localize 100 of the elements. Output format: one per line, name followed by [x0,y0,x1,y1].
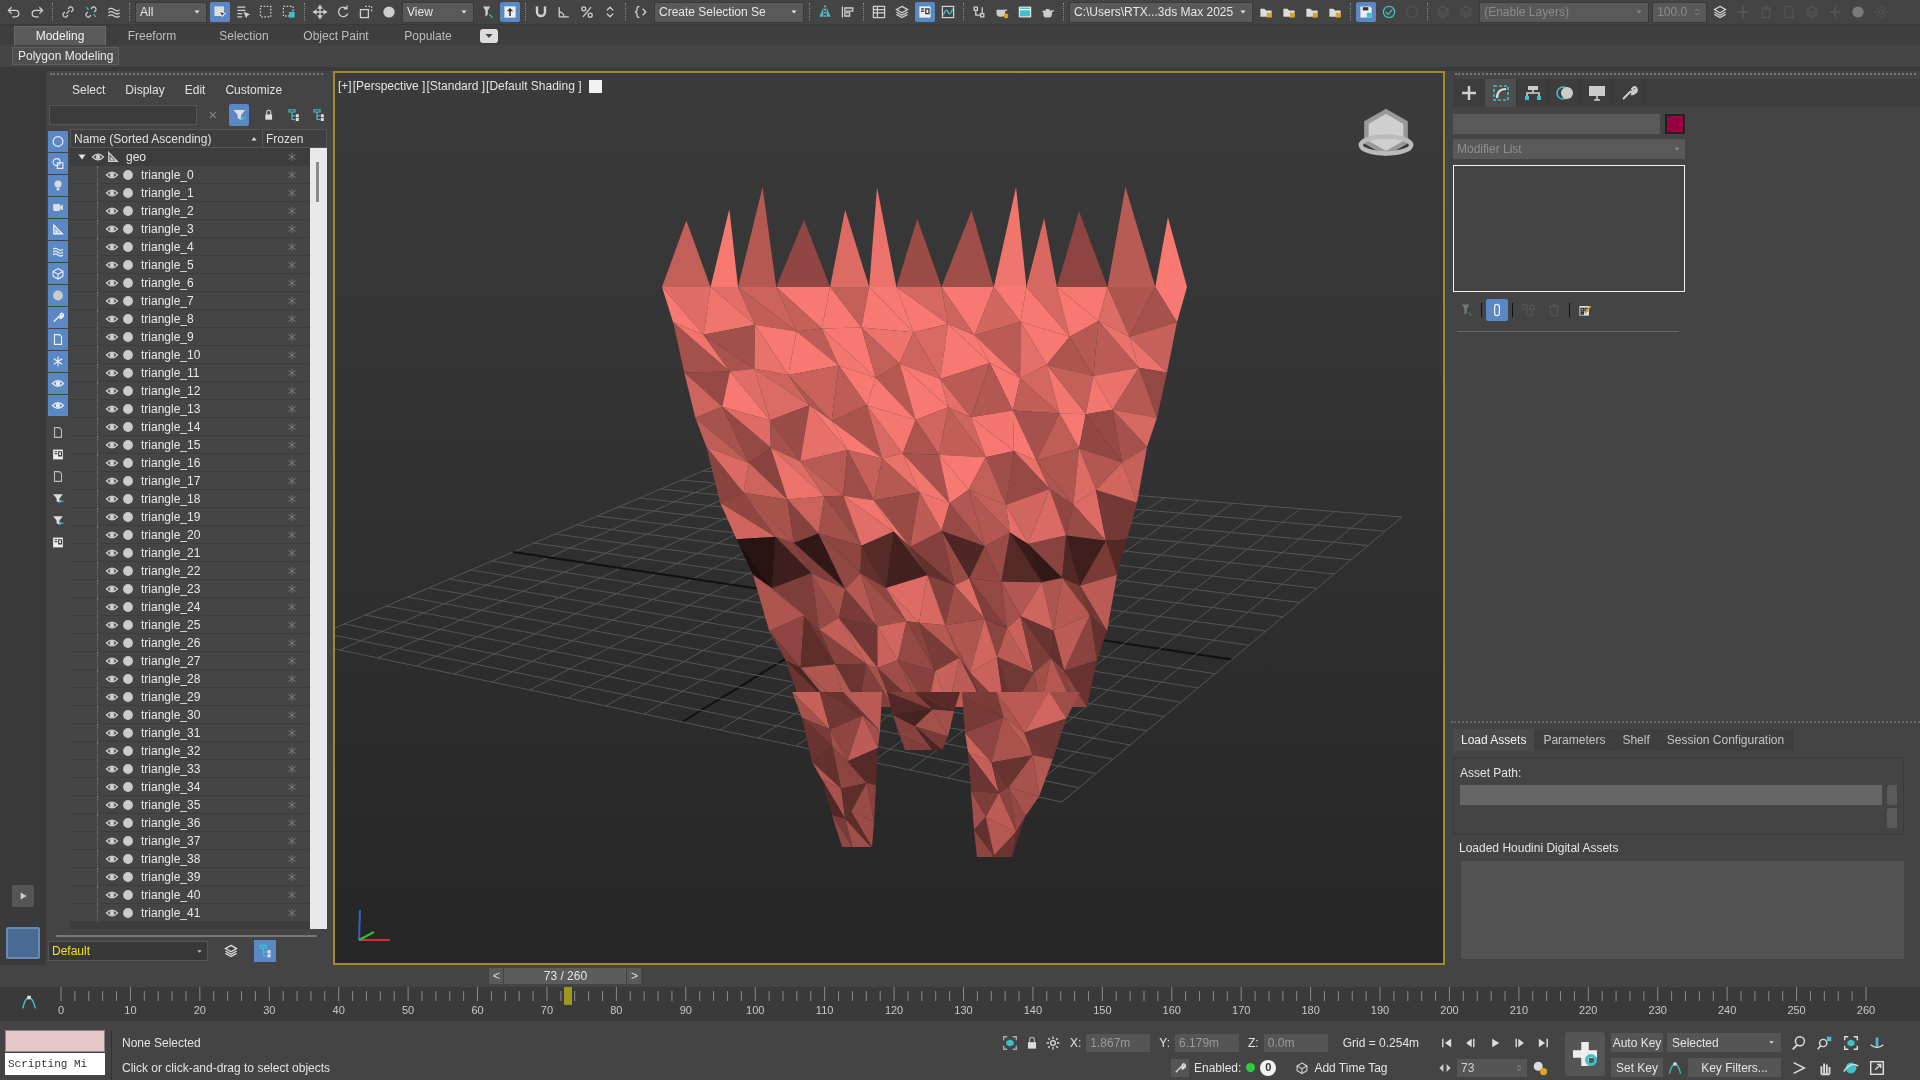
ribbon-tab[interactable]: Modeling [14,26,106,45]
tree-row[interactable]: triangle_35 [70,796,310,814]
time-tag-count[interactable]: 0 [1260,1059,1277,1076]
tree-row[interactable]: triangle_25 [70,616,310,634]
tree-row[interactable]: triangle_19 [70,508,310,526]
filter-icon[interactable] [228,104,250,126]
menu-item[interactable]: Display [125,81,165,99]
panel-tab[interactable] [1485,79,1517,107]
tree-row[interactable]: triangle_14 [70,418,310,436]
tree-row[interactable]: triangle_3 [70,220,310,238]
tree-row[interactable]: triangle_5 [70,256,310,274]
tree-row[interactable]: triangle_13 [70,400,310,418]
dropdown[interactable]: All [135,1,207,23]
houdini-tab[interactable]: Session Configuration [1658,729,1794,751]
snowflake-icon[interactable] [47,351,68,372]
save-icon[interactable] [1356,2,1377,22]
viewport-label[interactable]: [+] [338,77,352,95]
search-field[interactable] [49,105,197,125]
move-arrows-icon[interactable] [310,2,330,22]
listener-color-swatch[interactable] [5,1030,105,1052]
tree-row[interactable]: triangle_15 [70,436,310,454]
play-icon[interactable] [12,885,34,907]
tree-row[interactable]: triangle_39 [70,868,310,886]
cube-icon[interactable] [1295,1060,1310,1075]
set-key-button[interactable]: Set Key [1611,1058,1663,1077]
tree-row[interactable]: triangle_33 [70,760,310,778]
gear-icon[interactable] [1045,1034,1061,1051]
tree-row[interactable]: triangle_24 [70,598,310,616]
tree-row[interactable]: triangle_17 [70,472,310,490]
triangle-ruler-icon[interactable] [47,219,68,240]
ribbon-tab[interactable]: Object Paint [290,26,382,45]
asset-path-field[interactable] [1460,785,1883,805]
tree-row[interactable]: triangle_18 [70,490,310,508]
dropdown[interactable]: Create Selection Se [654,1,804,23]
wrench-icon[interactable] [1171,1058,1189,1077]
panel-icon[interactable] [915,2,935,22]
caret-icon[interactable] [480,28,498,43]
dropdown[interactable]: View [402,1,474,23]
column-header[interactable]: Name (Sorted Ascending) [74,129,212,148]
viewport-label[interactable]: [Perspective ] [352,77,426,95]
tangent-icon[interactable] [20,993,38,1011]
set-key-icon[interactable] [1565,1032,1605,1076]
add-time-tag-link[interactable]: Add Time Tag [1314,1058,1388,1077]
menu-item[interactable]: Edit [184,81,206,99]
tree-row[interactable]: triangle_20 [70,526,310,544]
tree-row[interactable]: triangle_22 [70,562,310,580]
tree-row[interactable]: triangle_8 [70,310,310,328]
camera-icon[interactable] [47,197,68,218]
tree-row[interactable]: triangle_0 [70,166,310,184]
tree-row[interactable]: triangle_29 [70,688,310,706]
viewport-label[interactable]: [Default Shading ] [486,77,582,95]
time-slider-thumb[interactable]: 73 / 260 [504,968,627,984]
shapes-icon[interactable] [47,153,68,174]
tree-row[interactable]: triangle_34 [70,778,310,796]
previous-frame-button[interactable]: < [489,968,504,984]
tree-row[interactable]: triangle_10 [70,346,310,364]
tree-row[interactable]: triangle_6 [70,274,310,292]
tree-row[interactable]: triangle_9 [70,328,310,346]
tree-row[interactable]: triangle_28 [70,670,310,688]
ribbon-panel-label[interactable]: Polygon Modeling [12,47,120,65]
object-color-swatch[interactable] [1665,114,1685,134]
tree-row[interactable]: triangle_11 [70,364,310,382]
tree-row[interactable]: triangle_27 [70,652,310,670]
tree-row[interactable]: triangle_1 [70,184,310,202]
layer-dropdown[interactable]: Default [48,941,208,961]
wave-icon[interactable] [47,241,68,262]
eye-icon[interactable] [47,395,68,416]
menu-item[interactable]: Customize [225,81,283,99]
tree-row[interactable]: triangle_30 [70,706,310,724]
dropdown[interactable]: C:\Users\RTX...3ds Max 2025 [1069,1,1254,23]
light-bulb-icon[interactable] [47,175,68,196]
next-frame-button[interactable]: > [627,968,642,984]
column-header[interactable]: Frozen [263,130,326,147]
scrollbar-thumb[interactable] [316,162,319,202]
arrow-square-icon[interactable] [500,2,520,22]
script-listener-field[interactable]: Scripting Mi [5,1053,105,1075]
key-mode-dropdown[interactable]: Selected [1667,1033,1781,1052]
ribbon-tab[interactable]: Freeform [106,26,198,45]
menu-item[interactable]: Select [72,81,106,99]
tree-row[interactable]: triangle_2 [70,202,310,220]
cursor-square-icon[interactable] [210,2,230,22]
tree-row[interactable]: triangle_32 [70,742,310,760]
scrollbar[interactable] [310,148,327,929]
frame-field[interactable]: 73 [1457,1058,1527,1077]
tree-row[interactable]: triangle_21 [70,544,310,562]
tree-row[interactable]: triangle_16 [70,454,310,472]
tree-row[interactable]: triangle_12 [70,382,310,400]
houdini-tab[interactable]: Load Assets [1453,729,1536,751]
panel-toggle-button[interactable] [6,927,40,959]
ribbon-tab[interactable]: Selection [198,26,290,45]
tree-row[interactable]: triangle_26 [70,634,310,652]
auto-key-button[interactable]: Auto Key [1611,1033,1663,1052]
tree-row[interactable]: triangle_37 [70,832,310,850]
tree-row[interactable]: triangle_23 [70,580,310,598]
modifier-stack[interactable] [1453,165,1685,292]
tree-row[interactable]: triangle_36 [70,814,310,832]
tube-icon[interactable] [1486,299,1508,321]
key-filters-button[interactable]: Key Filters... [1688,1058,1781,1077]
file-icon[interactable] [47,329,68,350]
tree-row[interactable]: triangle_41 [70,904,310,922]
